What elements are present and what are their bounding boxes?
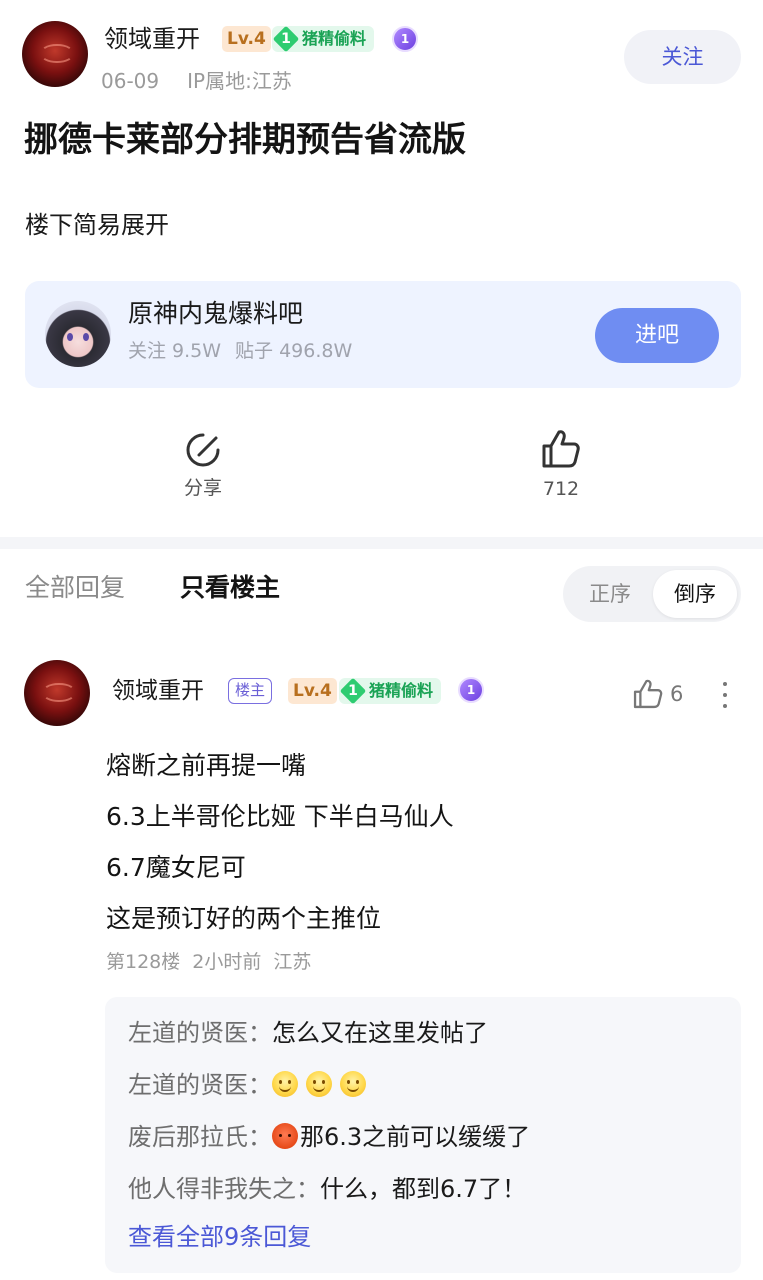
sub-reply-text: 什么，都到6.7了！ xyxy=(320,1175,527,1203)
share-button[interactable]: 分享 xyxy=(163,431,243,501)
sub-reply[interactable]: 废后那拉氏： 那6.3之前可以缓缓了 xyxy=(128,1119,530,1155)
reply-fan-level: 1 xyxy=(348,683,358,699)
reply-author-name[interactable]: 领域重开 xyxy=(112,674,204,708)
reply-medal-icon: 1 xyxy=(458,677,484,703)
forum-card[interactable]: 原神内鬼爆料吧 关注 9.5W 贴子 496.8W 进吧 xyxy=(25,281,741,388)
more-options-icon[interactable] xyxy=(715,678,735,712)
reply-content: 熔断之前再提一嘴 6.3上半哥伦比娅 下半白马仙人 6.7魔女尼可 这是预订好的… xyxy=(106,740,454,944)
enter-forum-button[interactable]: 进吧 xyxy=(595,308,719,363)
author-name[interactable]: 领域重开 xyxy=(104,22,200,56)
share-icon xyxy=(186,433,220,467)
tab-all-replies[interactable]: 全部回复 xyxy=(25,568,125,608)
smile-emoji-icon xyxy=(340,1071,366,1097)
sort-descending[interactable]: 倒序 xyxy=(653,570,737,618)
reply-level-badge: Lv.4 xyxy=(288,678,337,704)
smile-emoji-icon xyxy=(272,1071,298,1097)
forum-posts: 贴子 496.8W xyxy=(235,340,353,362)
sub-reply-author[interactable]: 废后那拉氏： xyxy=(128,1123,272,1151)
tab-op-only[interactable]: 只看楼主 xyxy=(180,568,280,608)
view-all-replies-link[interactable]: 查看全部9条回复 xyxy=(128,1219,311,1255)
sub-reply-author[interactable]: 左道的贤医： xyxy=(128,1071,272,1099)
reply-floor: 第128楼 xyxy=(106,951,181,973)
share-label: 分享 xyxy=(183,477,222,499)
sub-reply-text: 那6.3之前可以缓缓了 xyxy=(300,1123,531,1151)
like-count: 712 xyxy=(542,478,580,500)
sub-reply-text: 怎么又在这里发帖了 xyxy=(272,1019,488,1047)
reply-fan-badge: 1 猪精偷料 xyxy=(339,677,442,705)
post-title: 挪德卡莱部分排期预告省流版 xyxy=(24,120,466,160)
author-avatar[interactable] xyxy=(22,21,88,87)
post-body: 楼下简易展开 xyxy=(25,211,169,239)
forum-name: 原神内鬼爆料吧 xyxy=(128,299,304,328)
like-button[interactable]: 712 xyxy=(521,428,601,502)
sub-reply[interactable]: 他人得非我失之：什么，都到6.7了！ xyxy=(128,1171,526,1207)
forum-followers: 关注 9.5W xyxy=(128,340,222,362)
op-tag: 楼主 xyxy=(228,678,273,704)
forum-stats: 关注 9.5W 贴子 496.8W xyxy=(128,337,352,365)
thumbs-up-icon xyxy=(633,679,663,709)
sub-replies: 左道的贤医：怎么又在这里发帖了 左道的贤医： 废后那拉氏： 那6.3之前可以缓缓了… xyxy=(105,997,741,1273)
fan-title: 猪精偷料 xyxy=(302,29,367,48)
sort-ascending[interactable]: 正序 xyxy=(569,570,651,618)
reply-fan-title: 猪精偷料 xyxy=(369,681,434,700)
post-header: 领域重开 Lv.4 1 猪精偷料 1 06-09 IP属地:江苏 关注 xyxy=(0,0,763,110)
sub-reply-author[interactable]: 左道的贤医： xyxy=(128,1019,272,1047)
smile-emoji-icon xyxy=(306,1071,332,1097)
level-badge: Lv.4 xyxy=(222,26,271,52)
fan-badge: 1 猪精偷料 xyxy=(272,25,375,53)
reply-author-avatar[interactable] xyxy=(24,660,90,726)
fan-level: 1 xyxy=(281,31,291,47)
post-date: 06-09 xyxy=(101,69,160,93)
follow-button[interactable]: 关注 xyxy=(624,30,741,84)
thumbs-up-icon xyxy=(542,430,580,468)
sub-reply[interactable]: 左道的贤医： xyxy=(128,1067,374,1103)
sub-reply-author[interactable]: 他人得非我失之： xyxy=(128,1175,320,1203)
sub-reply[interactable]: 左道的贤医：怎么又在这里发帖了 xyxy=(128,1015,488,1051)
reply-like-count: 6 xyxy=(670,682,684,706)
reply-line: 熔断之前再提一嘴 xyxy=(106,751,307,780)
angry-emoji-icon xyxy=(272,1123,298,1149)
reply-meta: 第128楼 2小时前 江苏 xyxy=(106,947,323,977)
section-divider xyxy=(0,537,763,549)
reply-location: 江苏 xyxy=(273,951,312,973)
reply-line: 6.7魔女尼可 xyxy=(106,853,246,882)
sort-toggle: 正序 倒序 xyxy=(563,566,741,622)
reply-line: 这是预订好的两个主推位 xyxy=(106,904,382,933)
post-meta: 06-09 IP属地:江苏 xyxy=(101,66,292,96)
reply-time: 2小时前 xyxy=(192,951,262,973)
medal-icon: 1 xyxy=(392,26,418,52)
reply-line: 6.3上半哥伦比娅 下半白马仙人 xyxy=(106,802,454,831)
forum-avatar xyxy=(45,301,111,367)
ip-location: IP属地:江苏 xyxy=(187,69,292,93)
